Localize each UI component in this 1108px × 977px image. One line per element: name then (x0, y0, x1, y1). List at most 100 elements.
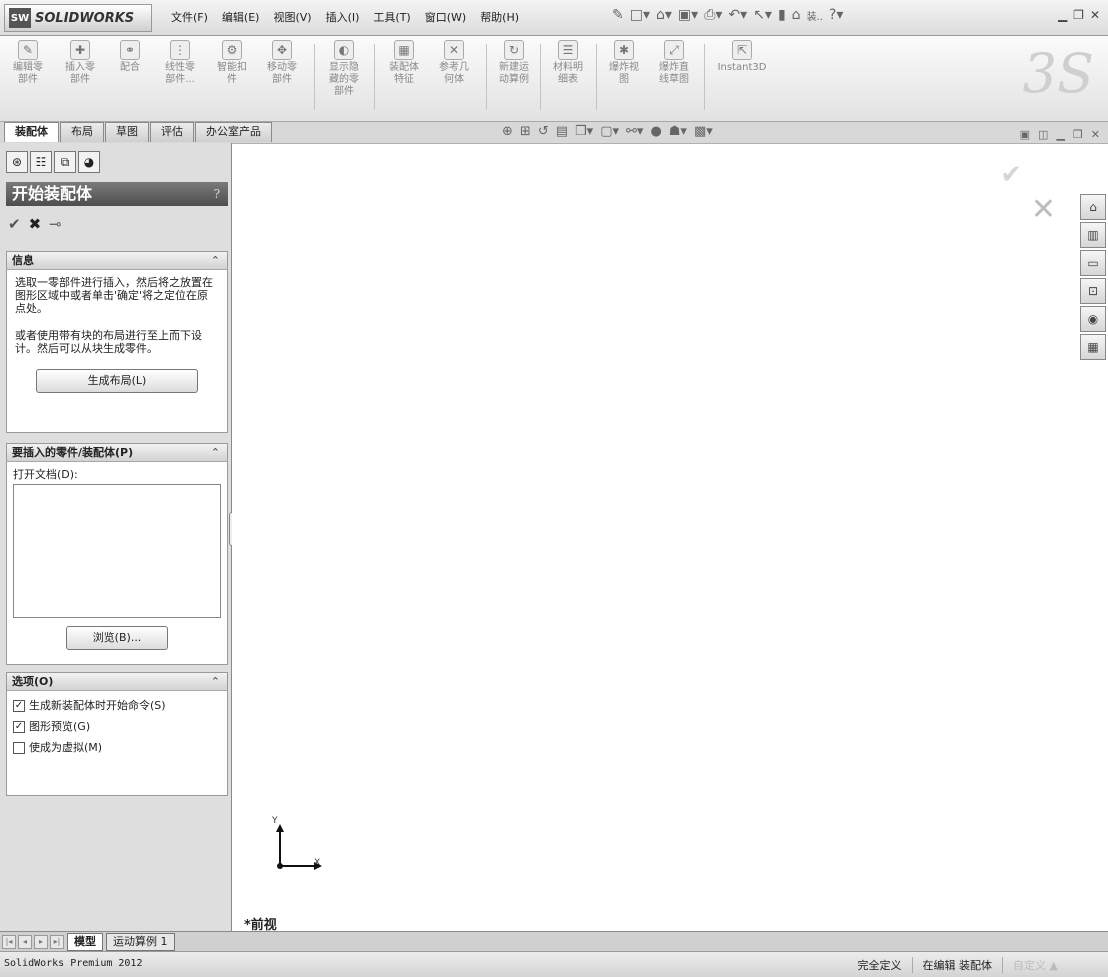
restore-icon[interactable]: ❐ (1073, 8, 1084, 22)
reference-geometry-button[interactable]: ✕ 参考几 何体 (432, 40, 476, 118)
display-style-icon[interactable]: ▢▾ (600, 124, 619, 139)
zoom-to-fit-icon[interactable]: ⊕ (502, 124, 513, 139)
menu-view[interactable]: 视图(V) (266, 9, 318, 25)
doc-minimize-icon[interactable]: ▁ (1056, 128, 1064, 141)
assembly-features-button[interactable]: ▦ 装配体 特征 (382, 40, 426, 118)
tab-evaluate[interactable]: 评估 (150, 122, 194, 142)
tab-layout[interactable]: 布局 (60, 122, 104, 142)
menu-tools[interactable]: 工具(T) (366, 9, 417, 25)
appearances-icon[interactable]: ◉ (1080, 306, 1106, 332)
options-group-header[interactable]: 选项(O) ⌃ (7, 673, 227, 691)
option-make-virtual[interactable]: 使成为虚拟(M) (7, 741, 227, 754)
view-palette-icon[interactable]: ⊡ (1080, 278, 1106, 304)
exploded-view-button[interactable]: ✱ 爆炸视 图 (602, 40, 646, 118)
tab-sketch[interactable]: 草图 (105, 122, 149, 142)
search-commands[interactable]: 装.. (807, 8, 823, 23)
instant3d-button[interactable]: ⇱ Instant3D (712, 40, 772, 118)
undo-icon[interactable]: ↶▾ (728, 7, 747, 23)
option-graphics-preview[interactable]: ✓ 图形预览(G) (7, 720, 227, 733)
edit-appearance-icon[interactable]: ● (650, 124, 661, 139)
help-icon[interactable]: ? (214, 182, 220, 206)
section-view-icon[interactable]: ▤ (556, 124, 568, 139)
edit-component-button[interactable]: ✎ 编辑零 部件 (6, 40, 50, 118)
menu-file[interactable]: 文件(F) (164, 9, 215, 25)
solidworks-logo[interactable]: SW SOLIDWORKS (4, 4, 152, 32)
info-group-header[interactable]: 信息 ⌃ (7, 252, 227, 270)
open-documents-list[interactable] (13, 484, 221, 618)
tab-model[interactable]: 模型 (67, 932, 103, 951)
solidworks-resources-icon[interactable]: ⌂ (1080, 194, 1106, 220)
menu-insert[interactable]: 插入(I) (319, 9, 367, 25)
save-icon[interactable]: ▣▾ (678, 7, 698, 23)
viewport-split-icon[interactable]: ◫ (1038, 128, 1048, 141)
zoom-to-area-icon[interactable]: ⊞ (520, 124, 531, 139)
collapse-icon[interactable]: ⌃ (211, 444, 220, 461)
create-layout-button[interactable]: 生成布局(L) (36, 369, 198, 393)
smart-fasteners-button[interactable]: ⚙ 智能扣 件 (210, 40, 254, 118)
previous-view-icon[interactable]: ↺ (538, 124, 549, 139)
view-orientation-icon[interactable]: ❒▾ (575, 124, 593, 139)
tab-motion-study-1[interactable]: 运动算例 1 (106, 932, 175, 951)
design-library-icon[interactable]: ▥ (1080, 222, 1106, 248)
feature-tree-tab-icon[interactable]: ⊛ (6, 151, 28, 173)
viewport-single-icon[interactable]: ▣ (1020, 128, 1030, 141)
apply-scene-icon[interactable]: ☗▾ (669, 124, 687, 139)
property-manager-tab-icon[interactable]: ☷ (30, 151, 52, 173)
new-document-icon[interactable]: □▾ (630, 7, 650, 23)
new-motion-study-button[interactable]: ↻ 新建运 动算例 (492, 40, 536, 118)
help-icon[interactable]: ?▾ (829, 7, 843, 23)
menu-help[interactable]: 帮助(H) (473, 9, 526, 25)
close-icon[interactable]: ✕ (1090, 8, 1100, 22)
show-hidden-button[interactable]: ◐ 显示隐 藏的零 部件 (322, 40, 366, 118)
tab-office-products[interactable]: 办公室产品 (195, 122, 272, 142)
explode-line-sketch-button[interactable]: ⤢ 爆炸直 线草图 (652, 40, 696, 118)
graphics-area[interactable]: ⊕ ⊞ ↺ ▤ ❒▾ ▢▾ ⚯▾ ● ☗▾ ▩▾ ▣ ◫ ▁ ❐ ✕ ✔ ✕ ⌂… (232, 124, 1108, 933)
prev-tab-icon[interactable]: ◂ (18, 934, 32, 949)
smart-fasteners-icon: ⚙ (222, 40, 242, 60)
last-tab-icon[interactable]: ▸| (50, 934, 64, 949)
collapse-icon[interactable]: ⌃ (211, 252, 220, 269)
browse-button[interactable]: 浏览(B)... (66, 626, 168, 650)
next-tab-icon[interactable]: ▸ (34, 934, 48, 949)
view-settings-icon[interactable]: ▩▾ (694, 124, 713, 139)
start-command-checkbox[interactable]: ✓ (13, 700, 25, 712)
definition-state: 完全定义 (857, 959, 902, 972)
part-to-insert-header[interactable]: 要插入的零件/装配体(P) ⌃ (7, 444, 227, 462)
ok-check-icon[interactable]: ✔ (8, 215, 21, 233)
axis-x-label: X (314, 858, 321, 868)
custom-units[interactable]: 自定义 ▲ (1002, 957, 1068, 973)
configuration-manager-tab-icon[interactable]: ⧉ (54, 151, 76, 173)
mate-button[interactable]: ⚭ 配合 (108, 40, 152, 118)
collapse-icon[interactable]: ⌃ (211, 673, 220, 690)
doc-restore-icon[interactable]: ❐ (1073, 128, 1083, 141)
doc-close-icon[interactable]: ✕ (1091, 128, 1100, 141)
confirmation-ok-icon[interactable]: ✔ (1000, 160, 1022, 190)
pin-menu-icon[interactable]: ✎ (612, 7, 624, 23)
open-document-icon[interactable]: ⌂▾ (656, 7, 672, 23)
custom-properties-icon[interactable]: ▦ (1080, 334, 1106, 360)
insert-component-button[interactable]: ✚ 插入零 部件 (58, 40, 102, 118)
pm-action-buttons: ✔ ✖ ⊸ (8, 215, 62, 233)
select-icon[interactable]: ↖▾ (753, 7, 772, 23)
make-virtual-checkbox[interactable] (13, 742, 25, 754)
rebuild-icon[interactable]: ▮ (778, 7, 786, 23)
options-icon[interactable]: ⌂ (792, 7, 801, 23)
option-start-command[interactable]: ✓ 生成新装配体时开始命令(S) (7, 699, 227, 712)
move-component-button[interactable]: ✥ 移动零 部件 (260, 40, 304, 118)
file-explorer-icon[interactable]: ▭ (1080, 250, 1106, 276)
menu-edit[interactable]: 编辑(E) (215, 9, 267, 25)
cancel-x-icon[interactable]: ✖ (29, 215, 42, 233)
minimize-icon[interactable]: ▁ (1058, 8, 1067, 22)
display-manager-tab-icon[interactable]: ◕ (78, 151, 100, 173)
print-icon[interactable]: ⎙▾ (704, 7, 722, 23)
graphics-preview-checkbox[interactable]: ✓ (13, 721, 25, 733)
linear-pattern-button[interactable]: ⋮ 线性零 部件... (158, 40, 202, 118)
first-tab-icon[interactable]: |◂ (2, 934, 16, 949)
tab-assembly[interactable]: 装配体 (4, 122, 59, 142)
menu-window[interactable]: 窗口(W) (418, 9, 473, 25)
confirmation-cancel-icon[interactable]: ✕ (1031, 192, 1056, 227)
bom-button[interactable]: ☰ 材料明 细表 (546, 40, 590, 118)
pushpin-icon[interactable]: ⊸ (49, 215, 62, 233)
options-group: 选项(O) ⌃ ✓ 生成新装配体时开始命令(S) ✓ 图形预览(G) 使成为虚拟… (6, 672, 228, 796)
hide-show-items-icon[interactable]: ⚯▾ (626, 124, 643, 139)
